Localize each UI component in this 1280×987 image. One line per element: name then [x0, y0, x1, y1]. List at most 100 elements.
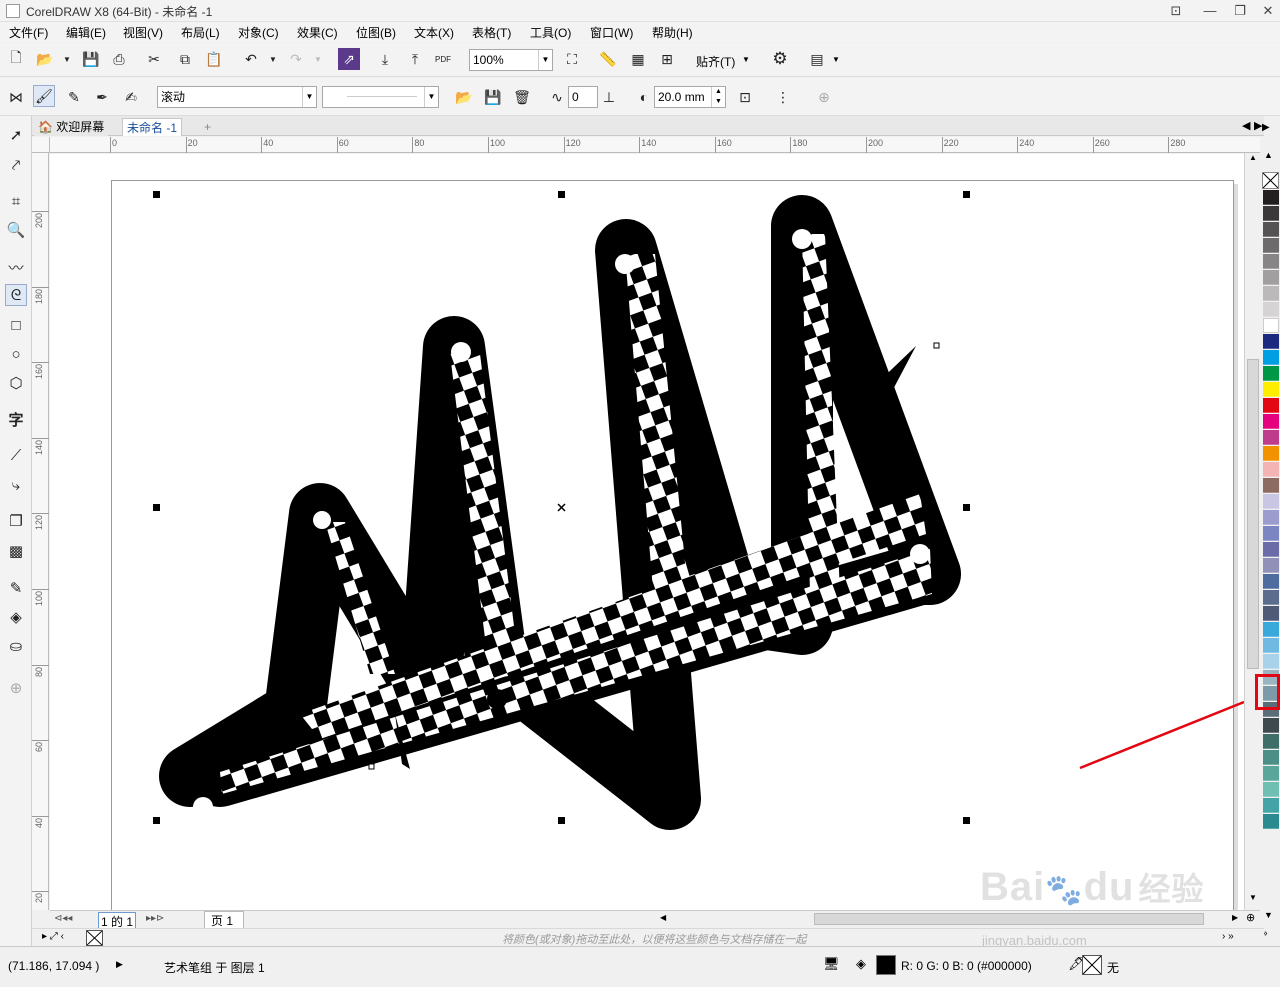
calligraphic-icon[interactable]: ✒	[91, 86, 113, 108]
color-swatch[interactable]	[1263, 526, 1279, 541]
export-icon[interactable]: ⤒	[404, 48, 426, 70]
color-swatch[interactable]	[1263, 238, 1279, 253]
color-swatch[interactable]	[1263, 750, 1279, 765]
print-icon[interactable]: ⎙	[108, 48, 130, 70]
tab-welcome-screen[interactable]: 🏠 欢迎屏幕	[34, 118, 109, 136]
publish-pdf-icon[interactable]: PDF	[432, 48, 454, 70]
color-swatch[interactable]	[1263, 542, 1279, 557]
text-tool-icon[interactable]: 字	[5, 408, 27, 430]
paste-icon[interactable]: 📋	[203, 48, 225, 70]
scale-with-object-icon[interactable]: ⊡	[734, 86, 756, 108]
color-swatch[interactable]	[1263, 382, 1279, 397]
brush-category-select[interactable]: 滚动 ▼	[157, 86, 317, 108]
fill-color-swatch[interactable]	[876, 955, 896, 975]
no-color-swatch[interactable]	[1262, 172, 1279, 189]
freehand-tool-icon[interactable]: 〰	[5, 256, 27, 278]
menu-view[interactable]: 视图(V)	[123, 24, 163, 41]
options-gear-icon[interactable]: ⚙	[769, 48, 791, 70]
first-page-icon[interactable]: ⊲◂◂	[54, 913, 72, 924]
bounding-box-icon[interactable]: ⋮	[772, 86, 794, 108]
search-content-icon[interactable]: ⇗	[338, 48, 360, 70]
color-swatch[interactable]	[1263, 638, 1279, 653]
close-button[interactable]: ✕	[1258, 2, 1278, 20]
crop-tool-icon[interactable]: ⌗	[5, 190, 27, 212]
copy-icon[interactable]: ⧉	[174, 48, 196, 70]
menu-edit[interactable]: 编辑(E)	[66, 24, 106, 41]
fill-bucket-icon[interactable]: ◈	[856, 956, 866, 972]
undo-dropdown-icon[interactable]: ▼	[262, 48, 284, 70]
redo-icon[interactable]: ↷	[285, 48, 307, 70]
color-swatch[interactable]	[1263, 398, 1279, 413]
vertical-scroll-thumb[interactable]	[1247, 359, 1259, 669]
menu-layout[interactable]: 布局(L)	[181, 24, 220, 41]
zoom-navigator-icon[interactable]: ⊕	[1246, 911, 1255, 924]
path-start-node[interactable]	[368, 763, 375, 770]
color-swatch[interactable]	[1263, 622, 1279, 637]
shape-tool-icon[interactable]: ⤤	[5, 154, 27, 176]
tabs-scroll-left-icon[interactable]: ◀	[1242, 119, 1250, 132]
delete-icon[interactable]: 🗑	[511, 86, 533, 108]
color-swatch[interactable]	[1263, 462, 1279, 477]
rectangle-tool-icon[interactable]: □	[5, 314, 27, 336]
page-tab[interactable]: 页 1	[204, 911, 245, 929]
color-swatch[interactable]	[1263, 350, 1279, 365]
stroke-width-icon[interactable]: ◐	[633, 86, 655, 108]
color-swatch[interactable]	[1263, 366, 1279, 381]
doc-palette-scroll-icon[interactable]: › »	[1222, 931, 1234, 942]
open-icon[interactable]: 📂	[34, 48, 56, 70]
snap-dropdown-icon[interactable]: ▼	[742, 55, 750, 64]
outline-color-swatch[interactable]	[1082, 955, 1102, 975]
cut-icon[interactable]: ✂	[143, 48, 165, 70]
stroke-width-input[interactable]: 20.0 mm ▲ ▼	[654, 86, 726, 108]
color-swatch[interactable]	[1263, 270, 1279, 285]
color-swatch[interactable]	[1263, 606, 1279, 621]
smoothing-slider-icon[interactable]: ⊥	[598, 86, 620, 108]
horizontal-ruler[interactable]: 0 20 40 60 80 100 120 140 160 180 200 220 240 260 280	[50, 137, 1260, 153]
import-icon[interactable]: ⤓	[374, 48, 396, 70]
color-swatch[interactable]	[1263, 318, 1279, 333]
vertical-scrollbar[interactable]: ▲ ▼	[1244, 153, 1261, 910]
freehand-smoothing-icon[interactable]: ∿	[546, 86, 568, 108]
brush-icon[interactable]: 🖌	[33, 85, 55, 107]
show-guidelines-icon[interactable]: ⊞	[656, 48, 678, 70]
color-swatch[interactable]	[1263, 334, 1279, 349]
doc-palette-menu-icon[interactable]: ▸ ⤢ ‹	[42, 931, 64, 942]
sprayer-icon[interactable]: ✎	[63, 86, 85, 108]
doc-palette-no-color-swatch[interactable]	[86, 930, 103, 946]
parallel-dimension-tool-icon[interactable]: ⟋	[5, 444, 27, 466]
color-swatch[interactable]	[1263, 286, 1279, 301]
hscroll-right-icon[interactable]: ▶	[1232, 913, 1238, 922]
new-document-icon[interactable]: 🗋	[5, 48, 27, 70]
tab-document[interactable]: 未命名 -1	[122, 118, 183, 136]
horizontal-scroll-thumb[interactable]	[814, 913, 1204, 925]
hscroll-left-icon[interactable]: ◀	[660, 913, 666, 922]
show-rulers-icon[interactable]: 📏	[597, 48, 619, 70]
menu-table[interactable]: 表格(T)	[472, 24, 511, 41]
full-screen-icon[interactable]: ⛶	[561, 48, 583, 70]
color-swatch[interactable]	[1263, 574, 1279, 589]
color-swatch[interactable]	[1263, 558, 1279, 573]
color-swatch[interactable]	[1263, 798, 1279, 813]
ruler-origin[interactable]	[32, 137, 50, 153]
menu-bitmaps[interactable]: 位图(B)	[356, 24, 396, 41]
palette-menu-icon[interactable]: ▶	[1262, 122, 1270, 133]
zoom-level-select[interactable]: 100% ▼	[469, 49, 553, 71]
menu-object[interactable]: 对象(C)	[238, 24, 279, 41]
snap-to-menu[interactable]: 贴齐(T)	[696, 53, 735, 70]
artistic-media-tool-icon[interactable]: ᘓ	[5, 284, 27, 306]
browse-folder-icon[interactable]: 📂	[453, 86, 475, 108]
color-swatch[interactable]	[1263, 654, 1279, 669]
color-swatch[interactable]	[1263, 478, 1279, 493]
color-swatch[interactable]	[1263, 446, 1279, 461]
palette-scroll-up-icon[interactable]: ▲	[1264, 150, 1273, 160]
color-swatch[interactable]	[1263, 222, 1279, 237]
menu-tools[interactable]: 工具(O)	[530, 24, 571, 41]
menu-text[interactable]: 文本(X)	[414, 24, 454, 41]
color-swatch[interactable]	[1263, 494, 1279, 509]
interactive-fill-tool-icon[interactable]: ◈	[5, 606, 27, 628]
color-swatch[interactable]	[1263, 590, 1279, 605]
ellipse-tool-icon[interactable]: ○	[5, 343, 27, 365]
save-icon[interactable]: 💾	[80, 48, 102, 70]
minimize-button[interactable]: —	[1200, 2, 1220, 20]
smoothing-input[interactable]: 0	[568, 86, 598, 108]
